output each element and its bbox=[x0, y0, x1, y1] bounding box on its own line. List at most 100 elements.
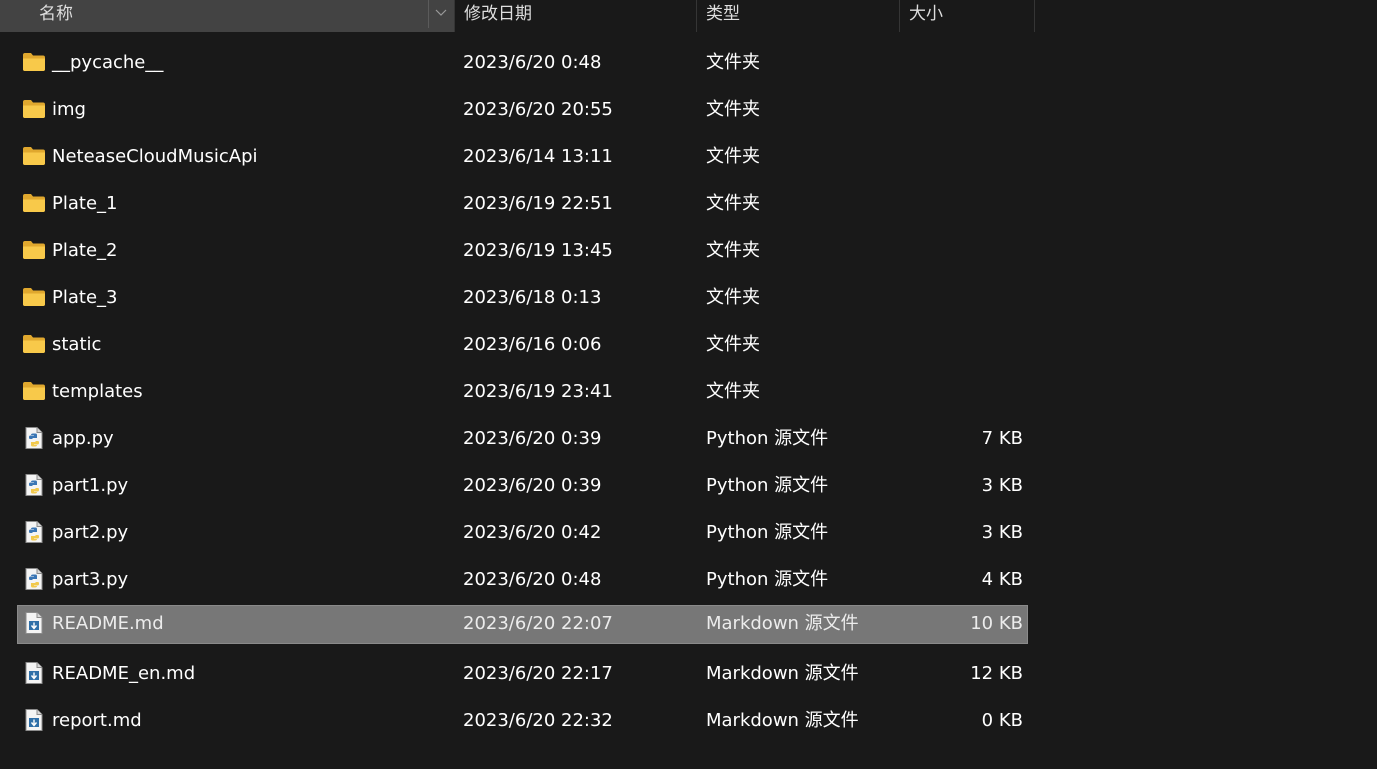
file-type: 文件夹 bbox=[706, 287, 760, 308]
file-row[interactable]: Plate_2 2023/6/19 13:45 文件夹 bbox=[0, 227, 1377, 274]
file-name: static bbox=[52, 334, 102, 355]
file-type: Python 源文件 bbox=[706, 522, 829, 543]
file-name: NeteaseCloudMusicApi bbox=[52, 146, 258, 167]
file-type: 文件夹 bbox=[706, 99, 760, 120]
file-type: Markdown 源文件 bbox=[706, 663, 859, 684]
file-size bbox=[940, 368, 1023, 415]
markdown-file-icon bbox=[22, 612, 46, 634]
file-size: 0 KB bbox=[981, 710, 1023, 731]
python-file-icon bbox=[22, 427, 46, 449]
file-row[interactable]: Plate_3 2023/6/18 0:13 文件夹 bbox=[0, 274, 1377, 321]
file-modified-date: 2023/6/19 23:41 bbox=[463, 381, 613, 402]
file-modified-date: 2023/6/20 22:32 bbox=[463, 710, 613, 731]
file-row[interactable]: NeteaseCloudMusicApi 2023/6/14 13:11 文件夹 bbox=[0, 133, 1377, 180]
file-name: img bbox=[52, 99, 86, 120]
file-type: 文件夹 bbox=[706, 381, 760, 402]
file-size: 12 KB bbox=[970, 663, 1023, 684]
file-row[interactable]: README.md 2023/6/20 22:07 Markdown 源文件 10 K… bbox=[0, 603, 1377, 650]
python-file-icon bbox=[22, 521, 46, 543]
file-modified-date: 2023/6/20 0:39 bbox=[463, 475, 602, 496]
file-name: templates bbox=[52, 381, 143, 402]
file-size bbox=[940, 227, 1023, 274]
file-row[interactable]: part1.py 2023/6/20 0:39 Python 源文件 3 KB bbox=[0, 462, 1377, 509]
file-modified-date: 2023/6/20 0:48 bbox=[463, 52, 602, 73]
file-modified-date: 2023/6/20 0:39 bbox=[463, 428, 602, 449]
file-modified-date: 2023/6/19 22:51 bbox=[463, 193, 613, 214]
file-name: part1.py bbox=[52, 475, 129, 496]
file-size: 7 KB bbox=[981, 428, 1023, 449]
file-name: report.md bbox=[52, 710, 142, 731]
folder-icon bbox=[22, 145, 46, 167]
file-row[interactable]: img 2023/6/20 20:55 文件夹 bbox=[0, 86, 1377, 133]
folder-icon bbox=[22, 239, 46, 261]
file-row[interactable]: templates 2023/6/19 23:41 文件夹 bbox=[0, 368, 1377, 415]
column-header-date[interactable]: 修改日期 bbox=[454, 0, 697, 32]
file-size bbox=[940, 274, 1023, 321]
file-modified-date: 2023/6/20 0:42 bbox=[463, 522, 602, 543]
folder-icon bbox=[22, 286, 46, 308]
file-row[interactable]: part2.py 2023/6/20 0:42 Python 源文件 3 KB bbox=[0, 509, 1377, 556]
folder-icon bbox=[22, 51, 46, 73]
python-file-icon bbox=[22, 568, 46, 590]
file-row[interactable]: app.py 2023/6/20 0:39 Python 源文件 7 KB bbox=[0, 415, 1377, 462]
file-name: README_en.md bbox=[52, 663, 196, 684]
file-row[interactable]: __pycache__ 2023/6/20 0:48 文件夹 bbox=[0, 39, 1377, 86]
column-header-bar: 名称 修改日期 类型 大小 bbox=[0, 0, 1377, 32]
folder-icon bbox=[22, 192, 46, 214]
file-type: Markdown 源文件 bbox=[706, 710, 859, 731]
file-name: Plate_1 bbox=[52, 193, 118, 214]
file-name: part2.py bbox=[52, 522, 129, 543]
file-size bbox=[940, 180, 1023, 227]
file-row[interactable]: README_en.md 2023/6/20 22:17 Markdown 源文件 1… bbox=[0, 650, 1377, 697]
file-modified-date: 2023/6/20 22:07 bbox=[463, 613, 613, 634]
folder-icon bbox=[22, 333, 46, 355]
column-header-name-label: 名称 bbox=[39, 4, 73, 24]
chevron-down-icon[interactable] bbox=[428, 0, 452, 28]
file-size bbox=[940, 321, 1023, 368]
file-size: 10 KB bbox=[970, 613, 1023, 634]
file-name: Plate_2 bbox=[52, 240, 118, 261]
file-name: README.md bbox=[52, 613, 164, 634]
file-modified-date: 2023/6/18 0:13 bbox=[463, 287, 602, 308]
file-size: 3 KB bbox=[981, 522, 1023, 543]
markdown-file-icon bbox=[22, 662, 46, 684]
file-name: __pycache__ bbox=[52, 52, 164, 73]
file-row[interactable]: static 2023/6/16 0:06 文件夹 bbox=[0, 321, 1377, 368]
file-size bbox=[940, 39, 1023, 86]
file-size: 3 KB bbox=[981, 475, 1023, 496]
file-type: 文件夹 bbox=[706, 240, 760, 261]
file-type: Markdown 源文件 bbox=[706, 613, 859, 634]
file-modified-date: 2023/6/20 20:55 bbox=[463, 99, 613, 120]
file-name: Plate_3 bbox=[52, 287, 118, 308]
file-modified-date: 2023/6/20 22:17 bbox=[463, 663, 613, 684]
column-header-name[interactable]: 名称 bbox=[0, 0, 454, 32]
column-header-type-label: 类型 bbox=[706, 4, 740, 24]
column-header-size-label: 大小 bbox=[909, 4, 943, 24]
file-type: 文件夹 bbox=[706, 193, 760, 214]
file-type: 文件夹 bbox=[706, 334, 760, 355]
folder-icon bbox=[22, 380, 46, 402]
file-name: part3.py bbox=[52, 569, 129, 590]
markdown-file-icon bbox=[22, 709, 46, 731]
column-header-date-label: 修改日期 bbox=[464, 4, 532, 24]
column-header-type[interactable]: 类型 bbox=[697, 0, 900, 32]
file-modified-date: 2023/6/14 13:11 bbox=[463, 146, 613, 167]
file-modified-date: 2023/6/19 13:45 bbox=[463, 240, 613, 261]
file-size: 4 KB bbox=[981, 569, 1023, 590]
file-type: Python 源文件 bbox=[706, 475, 829, 496]
file-size bbox=[940, 86, 1023, 133]
file-type: Python 源文件 bbox=[706, 569, 829, 590]
file-size bbox=[940, 133, 1023, 180]
file-name: app.py bbox=[52, 428, 114, 449]
file-row[interactable]: report.md 2023/6/20 22:32 Markdown 源文件 0 KB bbox=[0, 697, 1377, 744]
file-explorer: 名称 修改日期 类型 大小 __pycache__ 2023/6/20 0:48 文… bbox=[0, 0, 1377, 769]
file-modified-date: 2023/6/20 0:48 bbox=[463, 569, 602, 590]
file-type: 文件夹 bbox=[706, 52, 760, 73]
file-list: __pycache__ 2023/6/20 0:48 文件夹 img 2023/6/20… bbox=[0, 39, 1377, 744]
file-type: Python 源文件 bbox=[706, 428, 829, 449]
column-header-size[interactable]: 大小 bbox=[900, 0, 1035, 32]
file-row[interactable]: part3.py 2023/6/20 0:48 Python 源文件 4 KB bbox=[0, 556, 1377, 603]
folder-icon bbox=[22, 98, 46, 120]
python-file-icon bbox=[22, 474, 46, 496]
file-row[interactable]: Plate_1 2023/6/19 22:51 文件夹 bbox=[0, 180, 1377, 227]
